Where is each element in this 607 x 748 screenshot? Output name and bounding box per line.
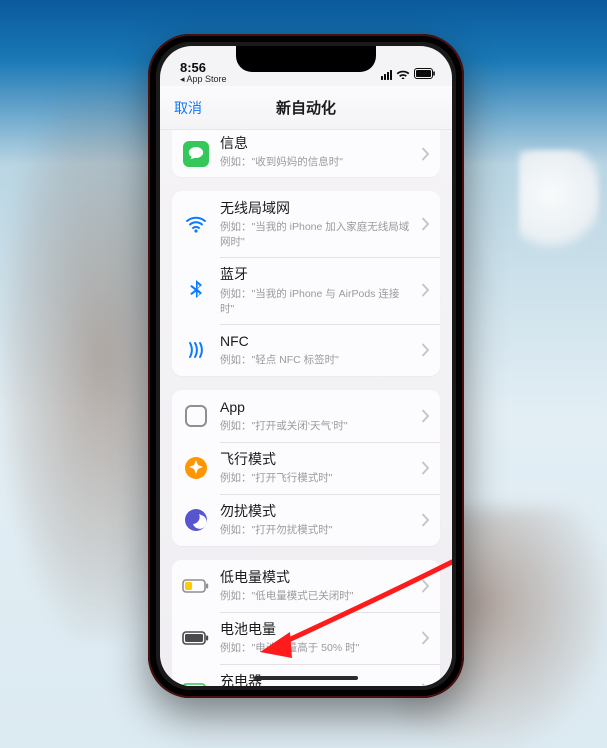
message-icon: [182, 140, 210, 168]
chevron-right-icon: [422, 284, 430, 297]
row-sub: 例如："打开勿扰模式时": [220, 522, 412, 537]
app-icon: [182, 402, 210, 430]
status-back-to-app[interactable]: ◂ App Store: [180, 75, 227, 84]
row-label: 低电量模式: [220, 568, 412, 586]
battery-level-icon: [182, 624, 210, 652]
row-sub: 例如："低电量模式已关闭时": [220, 588, 412, 603]
trigger-row-bluetooth[interactable]: 蓝牙 例如："当我的 iPhone 与 AirPods 连接时": [172, 257, 440, 323]
page-title: 新自动化: [276, 97, 336, 118]
chevron-right-icon: [422, 147, 430, 160]
status-time: 8:56: [180, 61, 227, 74]
trigger-row-nfc[interactable]: NFC 例如："轻点 NFC 标签时": [172, 324, 440, 376]
airplane-icon: [182, 454, 210, 482]
chevron-right-icon: [422, 343, 430, 356]
charger-icon: [182, 676, 210, 686]
battery-status-icon: [414, 67, 436, 82]
cancel-button[interactable]: 取消: [174, 98, 202, 118]
chevron-right-icon: [422, 631, 430, 644]
row-sub: 例如："当我的 iPhone 与 AirPods 连接时": [220, 286, 412, 316]
row-sub: 例如："电池电量高于 50% 时": [220, 640, 412, 655]
trigger-row-wifi[interactable]: 无线局域网 例如："当我的 iPhone 加入家庭无线局域网时": [172, 191, 440, 257]
row-sub: 例如："打开或关闭‘天气’时": [220, 418, 412, 433]
cellular-signal-icon: [381, 70, 392, 80]
row-label: 飞行模式: [220, 450, 412, 468]
bluetooth-icon: [182, 276, 210, 304]
chevron-right-icon: [422, 683, 430, 686]
dnd-moon-icon: [182, 506, 210, 534]
chevron-right-icon: [422, 218, 430, 231]
trigger-group-power: 低电量模式 例如："低电量模式已关闭时" 电池电量 例如："电池电量高于 50%…: [172, 560, 440, 686]
trigger-row-charger[interactable]: 充电器 例如："iPhone 接入电源时": [172, 664, 440, 686]
phone-frame: 8:56 ◂ App Store 取消 新自动化: [148, 34, 464, 698]
home-indicator[interactable]: [254, 676, 358, 680]
trigger-row-battery[interactable]: 电池电量 例如："电池电量高于 50% 时": [172, 612, 440, 664]
low-power-icon: [182, 572, 210, 600]
trigger-row-dnd[interactable]: 勿扰模式 例如："打开勿扰模式时": [172, 494, 440, 546]
trigger-group-connectivity: 无线局域网 例如："当我的 iPhone 加入家庭无线局域网时" 蓝牙 例如："…: [172, 191, 440, 375]
trigger-group-apps-modes: App 例如："打开或关闭‘天气’时" 飞行模式 例如："打开飞行模式时": [172, 390, 440, 546]
screen: 8:56 ◂ App Store 取消 新自动化: [160, 46, 452, 686]
chevron-right-icon: [422, 409, 430, 422]
row-label: 蓝牙: [220, 265, 412, 283]
wifi-icon: [182, 210, 210, 238]
trigger-row-message[interactable]: 信息 例如："收到妈妈的信息时": [172, 130, 440, 177]
trigger-group-communication: 信息 例如："收到妈妈的信息时": [172, 130, 440, 177]
automation-list-scroll[interactable]: 信息 例如："收到妈妈的信息时" 无线局域网 例如："当我的 iPhone 加入…: [160, 130, 452, 686]
row-label: 勿扰模式: [220, 502, 412, 520]
row-label: NFC: [220, 332, 412, 350]
trigger-row-airplane[interactable]: 飞行模式 例如："打开飞行模式时": [172, 442, 440, 494]
nfc-icon: [182, 336, 210, 364]
nav-bar: 取消 新自动化: [160, 86, 452, 130]
trigger-row-lowpower[interactable]: 低电量模式 例如："低电量模式已关闭时": [172, 560, 440, 612]
wifi-status-icon: [396, 67, 410, 82]
row-label: 无线局域网: [220, 199, 412, 217]
row-sub: 例如："当我的 iPhone 加入家庭无线局域网时": [220, 219, 412, 249]
row-label: App: [220, 398, 412, 416]
row-sub: 例如："轻点 NFC 标签时": [220, 352, 412, 367]
chevron-right-icon: [422, 513, 430, 526]
row-label: 电池电量: [220, 620, 412, 638]
trigger-row-app[interactable]: App 例如："打开或关闭‘天气’时": [172, 390, 440, 442]
chevron-right-icon: [422, 461, 430, 474]
notch: [236, 46, 376, 72]
chevron-right-icon: [422, 579, 430, 592]
row-sub: 例如："收到妈妈的信息时": [220, 154, 412, 169]
row-sub: 例如："打开飞行模式时": [220, 470, 412, 485]
row-label: 信息: [220, 134, 412, 152]
